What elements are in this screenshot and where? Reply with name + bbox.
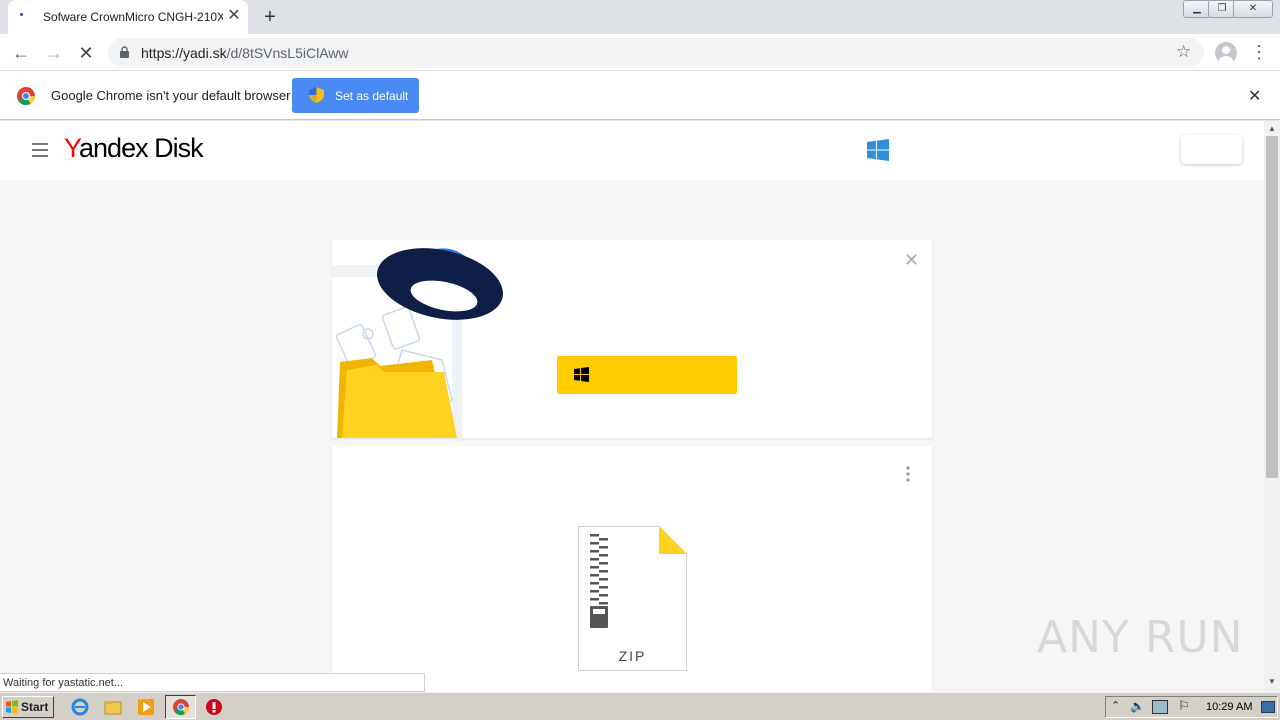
scroll-down-icon[interactable]: ▼ xyxy=(1268,677,1276,686)
volume-icon[interactable]: 🔈 xyxy=(1130,699,1145,713)
scroll-up-icon[interactable]: ▲ xyxy=(1268,124,1276,133)
site-header: Yandex Disk xyxy=(0,121,1264,180)
forward-arrow-icon[interactable]: → xyxy=(43,42,65,64)
anyrun-watermark: ANY RUN xyxy=(1037,612,1244,663)
file-explorer-icon[interactable] xyxy=(104,698,122,716)
url-text: https://yadi.sk/d/8tSVnsL5iClAww xyxy=(141,45,349,61)
show-hidden-icons-icon[interactable]: ⌃ xyxy=(1111,699,1120,712)
start-button[interactable]: Start xyxy=(2,696,54,718)
file-type-label: ZIP xyxy=(618,648,647,664)
lock-icon xyxy=(120,46,129,58)
uac-shield-icon xyxy=(309,87,324,103)
show-desktop-icon[interactable] xyxy=(1261,701,1275,713)
scrollbar-thumb[interactable] xyxy=(1266,136,1278,478)
default-browser-infobar: Google Chrome isn't your default browser… xyxy=(0,72,1280,120)
stop-loading-icon[interactable]: ✕ xyxy=(75,42,97,64)
download-for-windows-button[interactable] xyxy=(557,356,737,394)
windows-taskbar: Start ⌃ 🔈 ⚐ 10:29 AM xyxy=(0,692,1280,720)
system-tray: ⌃ 🔈 ⚐ 10:29 AM xyxy=(1105,696,1278,718)
stop-sign-icon[interactable] xyxy=(205,698,223,716)
file-preview-card: ZIP xyxy=(332,446,932,692)
page-scrollbar[interactable]: ▲ ▼ xyxy=(1264,121,1280,692)
infobar-close-icon[interactable]: ✕ xyxy=(1248,86,1261,106)
loading-favicon-icon xyxy=(20,13,23,16)
infobar-message: Google Chrome isn't your default browser xyxy=(51,88,291,103)
restore-button[interactable]: ❐ xyxy=(1208,0,1236,18)
windows-flag-icon xyxy=(6,700,18,714)
chrome-logo-icon xyxy=(17,87,35,105)
chrome-menu-icon[interactable]: ⋮ xyxy=(1250,41,1268,63)
zip-file-icon[interactable]: ZIP xyxy=(578,526,687,671)
hamburger-menu-icon[interactable] xyxy=(32,143,48,157)
bookmark-star-icon[interactable]: ☆ xyxy=(1176,42,1191,62)
taskbar-chrome-button[interactable] xyxy=(165,695,196,719)
set-as-default-button[interactable]: Set as default xyxy=(292,78,419,113)
back-arrow-icon[interactable]: ← xyxy=(10,42,32,64)
promo-close-icon[interactable]: ✕ xyxy=(904,250,919,271)
yandex-disk-logo[interactable]: Yandex Disk xyxy=(64,133,204,164)
tab-strip: Sofware CrownMicro CNGH-210X,31 ✕ + ▁ ❐ … xyxy=(0,0,1280,34)
chrome-taskbar-icon xyxy=(173,699,189,715)
taskbar-clock[interactable]: 10:29 AM xyxy=(1206,701,1252,713)
browser-toolbar: ← → ✕ https://yadi.sk/d/8tSVnsL5iClAww ☆… xyxy=(0,34,1280,71)
network-icon[interactable] xyxy=(1152,700,1168,714)
address-bar[interactable]: https://yadi.sk/d/8tSVnsL5iClAww ☆ xyxy=(108,38,1204,67)
page-content: Yandex Disk ✕ ZIP xyxy=(0,121,1264,692)
new-tab-button[interactable]: + xyxy=(259,6,281,28)
yandex-disk-hat-icon xyxy=(377,248,503,320)
window-close-button[interactable]: ✕ xyxy=(1233,0,1273,18)
status-bubble: Waiting for yastatic.net... xyxy=(0,673,425,692)
internet-explorer-icon[interactable] xyxy=(71,698,89,716)
more-options-icon[interactable] xyxy=(905,466,911,482)
tab-close-icon[interactable]: ✕ xyxy=(226,8,242,24)
header-login-button[interactable] xyxy=(1181,135,1242,164)
tab-active[interactable]: Sofware CrownMicro CNGH-210X,31 ✕ xyxy=(8,0,248,34)
promo-banner: ✕ xyxy=(332,240,932,438)
profile-avatar-icon[interactable] xyxy=(1215,42,1237,64)
windows-logo-icon[interactable] xyxy=(867,139,889,161)
action-center-flag-icon[interactable]: ⚐ xyxy=(1178,698,1190,714)
media-player-icon[interactable] xyxy=(137,698,155,716)
tab-title: Sofware CrownMicro CNGH-210X,31 xyxy=(43,10,223,24)
windows-logo-icon xyxy=(574,367,589,382)
minimize-button[interactable]: ▁ xyxy=(1183,0,1211,18)
